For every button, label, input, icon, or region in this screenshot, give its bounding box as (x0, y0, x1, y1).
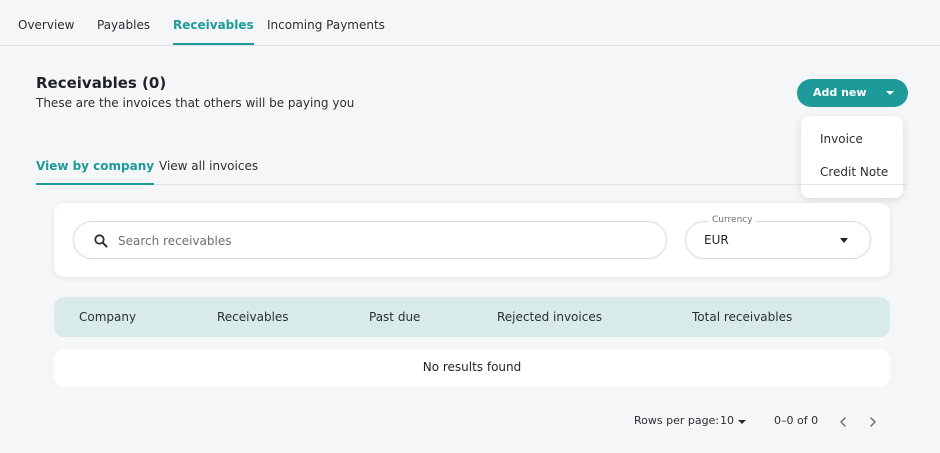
tab-view-all-invoices[interactable]: View all invoices (159, 159, 258, 185)
chevron-down-icon[interactable] (840, 238, 848, 243)
chevron-down-icon[interactable] (886, 91, 894, 95)
chevron-down-icon[interactable] (738, 420, 746, 424)
pagination-range: 0–0 of 0 (774, 414, 819, 427)
column-receivables[interactable]: Receivables (217, 310, 289, 324)
currency-select[interactable]: Currency EUR (685, 215, 871, 259)
top-tab-bar: Overview Payables Receivables Incoming P… (0, 0, 940, 46)
currency-value: EUR (704, 233, 729, 247)
tab-view-by-company[interactable]: View by company (36, 159, 155, 185)
tab-incoming-payments[interactable]: Incoming Payments (267, 18, 385, 45)
search-input[interactable] (118, 231, 638, 251)
table-header: Company Receivables Past due Rejected in… (54, 297, 890, 337)
table-empty-row: No results found (54, 349, 890, 387)
rows-per-page-label: Rows per page: (634, 414, 720, 427)
column-company[interactable]: Company (79, 310, 136, 324)
currency-label: Currency (709, 215, 756, 225)
filter-card: Currency EUR (54, 203, 890, 277)
column-past-due[interactable]: Past due (369, 310, 420, 324)
column-total-receivables[interactable]: Total receivables (692, 310, 792, 324)
pagination: Rows per page: 10 0–0 of 0 (634, 414, 894, 430)
chevron-left-icon[interactable] (837, 416, 849, 428)
tab-receivables[interactable]: Receivables (173, 18, 254, 45)
sub-tab-bar: View by company View all invoices (36, 150, 908, 185)
tab-overview[interactable]: Overview (18, 18, 75, 45)
add-new-button[interactable]: Add new (797, 79, 908, 107)
tab-payables[interactable]: Payables (97, 18, 150, 45)
column-rejected-invoices[interactable]: Rejected invoices (497, 310, 602, 324)
search-box[interactable] (73, 221, 667, 259)
search-icon (94, 234, 108, 248)
add-new-label: Add new (813, 86, 867, 99)
chevron-right-icon[interactable] (867, 416, 879, 428)
page-title: Receivables (0) (36, 74, 167, 92)
menu-item-invoice[interactable]: Invoice (820, 132, 863, 146)
page-subtitle: These are the invoices that others will … (36, 96, 355, 110)
empty-message: No results found (422, 360, 522, 374)
rows-per-page-select[interactable]: 10 (720, 414, 734, 427)
